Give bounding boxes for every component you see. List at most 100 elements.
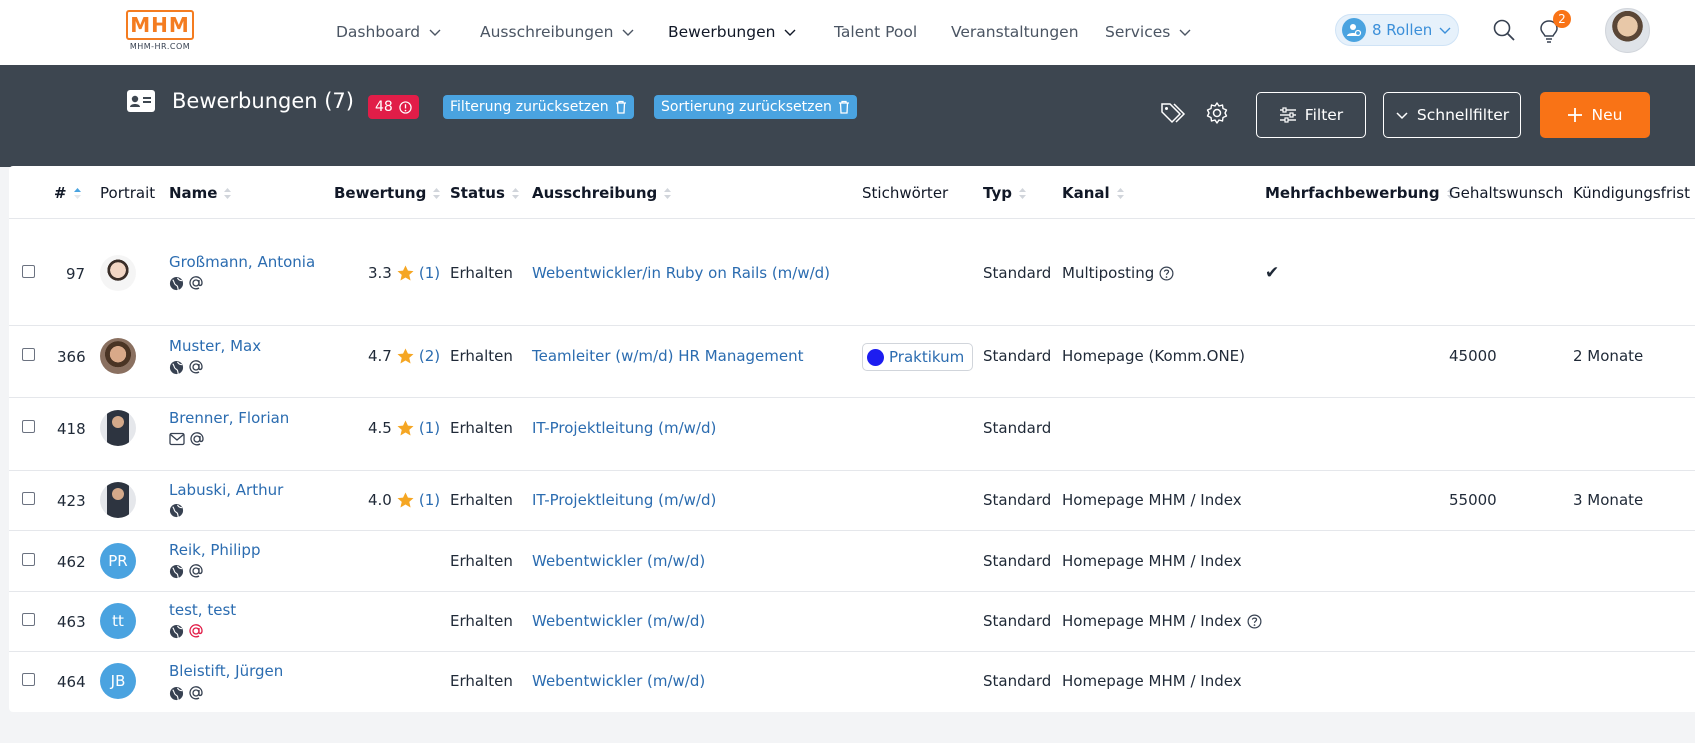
keyword-tag-label: Praktikum (889, 348, 965, 366)
row-checkbox[interactable] (22, 673, 35, 686)
mail-icon[interactable] (169, 432, 185, 446)
roles-label: 8 Rollen (1372, 21, 1433, 39)
nav-talent-pool-label: Talent Pool (834, 23, 918, 41)
page-title-group: Bewerbungen (7) (126, 89, 354, 113)
row-checkbox[interactable] (22, 348, 35, 361)
row-id: 463 (57, 613, 86, 631)
nav-talent-pool[interactable]: Talent Pool (834, 21, 917, 43)
applicant-name-link[interactable]: Brenner, Florian (169, 409, 289, 427)
chevron-down-icon (1179, 29, 1191, 36)
channel-text: Homepage (Komm.ONE) (1062, 347, 1245, 365)
contact-icons (169, 685, 204, 701)
user-roles-icon (1342, 18, 1366, 42)
column-posting[interactable]: Ausschreibung (532, 184, 672, 202)
column-channel[interactable]: Kanal (1062, 184, 1125, 202)
nav-veranstaltungen[interactable]: Veranstaltungen (951, 21, 1079, 43)
row-divider (9, 325, 1695, 326)
help-circle-icon[interactable] (1159, 266, 1174, 281)
row-checkbox[interactable] (22, 265, 35, 278)
keyword-tag[interactable]: Praktikum (862, 343, 974, 371)
search-icon[interactable] (1491, 17, 1517, 43)
reset-filter-label: Filterung zurücksetzen (450, 99, 609, 115)
row-checkbox[interactable] (22, 553, 35, 566)
globe-icon (169, 686, 184, 700)
nav-services[interactable]: Services (1105, 21, 1192, 43)
contact-icons (169, 623, 204, 639)
status-text: Erhalten (450, 347, 513, 365)
column-multi-application[interactable]: Mehrfachbewerbung (1265, 184, 1455, 202)
star-icon (397, 348, 414, 364)
sort-icon (664, 187, 672, 199)
column-name[interactable]: Name (169, 184, 232, 202)
warning-count-badge[interactable]: 48 (368, 95, 419, 119)
rating-count: (1) (418, 419, 441, 437)
row-checkbox[interactable] (22, 492, 35, 505)
row-checkbox[interactable] (22, 420, 35, 433)
at-icon[interactable] (188, 563, 204, 579)
logo-subtext: MHM-HR.COM (129, 42, 191, 51)
plus-icon (1567, 108, 1582, 122)
applicant-name-link[interactable]: Labuski, Arthur (169, 481, 283, 499)
globe-icon (169, 276, 184, 290)
posting-link[interactable]: Webentwickler (m/w/d) (532, 612, 705, 630)
column-rating[interactable]: Bewertung (334, 184, 441, 202)
applicant-name-link[interactable]: Großmann, Antonia (169, 253, 315, 271)
posting-link[interactable]: IT-Projektleitung (m/w/d) (532, 491, 716, 509)
applicant-name-link[interactable]: Muster, Max (169, 337, 261, 355)
column-id[interactable]: # (54, 184, 82, 202)
help-circle-icon[interactable] (1247, 614, 1262, 629)
applicant-name-link[interactable]: Reik, Philipp (169, 541, 260, 559)
at-icon-red[interactable] (188, 623, 204, 639)
column-channel-label: Kanal (1062, 184, 1110, 202)
star-icon (397, 492, 414, 508)
rating: 4.7 (2) (368, 347, 440, 365)
column-type[interactable]: Typ (983, 184, 1027, 202)
new-button[interactable]: Neu (1540, 92, 1650, 138)
gear-icon[interactable] (1205, 101, 1229, 129)
row-checkbox[interactable] (22, 613, 35, 626)
star-icon (397, 420, 414, 436)
column-status[interactable]: Status (450, 184, 520, 202)
row-id: 423 (57, 492, 86, 510)
rating-count: (1) (418, 491, 441, 509)
column-multi-label: Mehrfachbewerbung (1265, 184, 1440, 202)
at-icon[interactable] (188, 685, 204, 701)
posting-link[interactable]: IT-Projektleitung (m/w/d) (532, 419, 716, 437)
channel-text: Homepage MHM / Index (1062, 612, 1242, 630)
at-icon[interactable] (188, 359, 204, 375)
reset-sort-button[interactable]: Sortierung zurücksetzen (654, 95, 857, 119)
rating-value: 4.7 (368, 347, 392, 365)
at-icon[interactable] (188, 275, 204, 291)
mhm-logo[interactable]: MHM MHM-HR.COM (126, 10, 194, 52)
posting-link[interactable]: Webentwickler/in Ruby on Rails (m/w/d) (532, 264, 830, 282)
row-id: 97 (66, 265, 86, 283)
notification-badge: 2 (1553, 10, 1571, 28)
user-avatar[interactable] (1605, 8, 1650, 53)
posting-link[interactable]: Webentwickler (m/w/d) (532, 672, 705, 690)
channel: Homepage MHM / Index (1062, 612, 1262, 630)
nav-ausschreibungen-label: Ausschreibungen (480, 23, 614, 41)
channel: Multiposting (1062, 264, 1174, 282)
applicant-name-link[interactable]: Bleistift, Jürgen (169, 662, 283, 680)
posting-link[interactable]: Teamleiter (w/m/d) HR Management (532, 347, 804, 365)
nav-dashboard[interactable]: Dashboard (336, 21, 442, 43)
filter-button[interactable]: Filter (1256, 92, 1366, 138)
quickfilter-button[interactable]: Schnellfilter (1383, 92, 1521, 138)
type-text: Standard (983, 612, 1052, 630)
column-salary-label: Gehaltswunsch (1449, 184, 1564, 202)
nav-bewerbungen[interactable]: Bewerbungen (668, 21, 797, 43)
column-notice-label: Kündigungsfrist (1573, 184, 1690, 202)
at-icon[interactable] (189, 431, 205, 447)
row-id: 418 (57, 420, 86, 438)
star-icon (397, 265, 414, 281)
tags-icon[interactable] (1160, 101, 1186, 129)
posting-link[interactable]: Webentwickler (m/w/d) (532, 552, 705, 570)
page-title: Bewerbungen (7) (172, 89, 354, 113)
trash-icon (838, 100, 849, 114)
roles-dropdown[interactable]: 8 Rollen (1335, 14, 1459, 46)
applicant-name-link[interactable]: test, test (169, 601, 236, 619)
avatar: PR (100, 543, 136, 579)
reset-filter-button[interactable]: Filterung zurücksetzen (443, 95, 634, 119)
nav-ausschreibungen[interactable]: Ausschreibungen (480, 21, 635, 43)
status-text: Erhalten (450, 672, 513, 690)
